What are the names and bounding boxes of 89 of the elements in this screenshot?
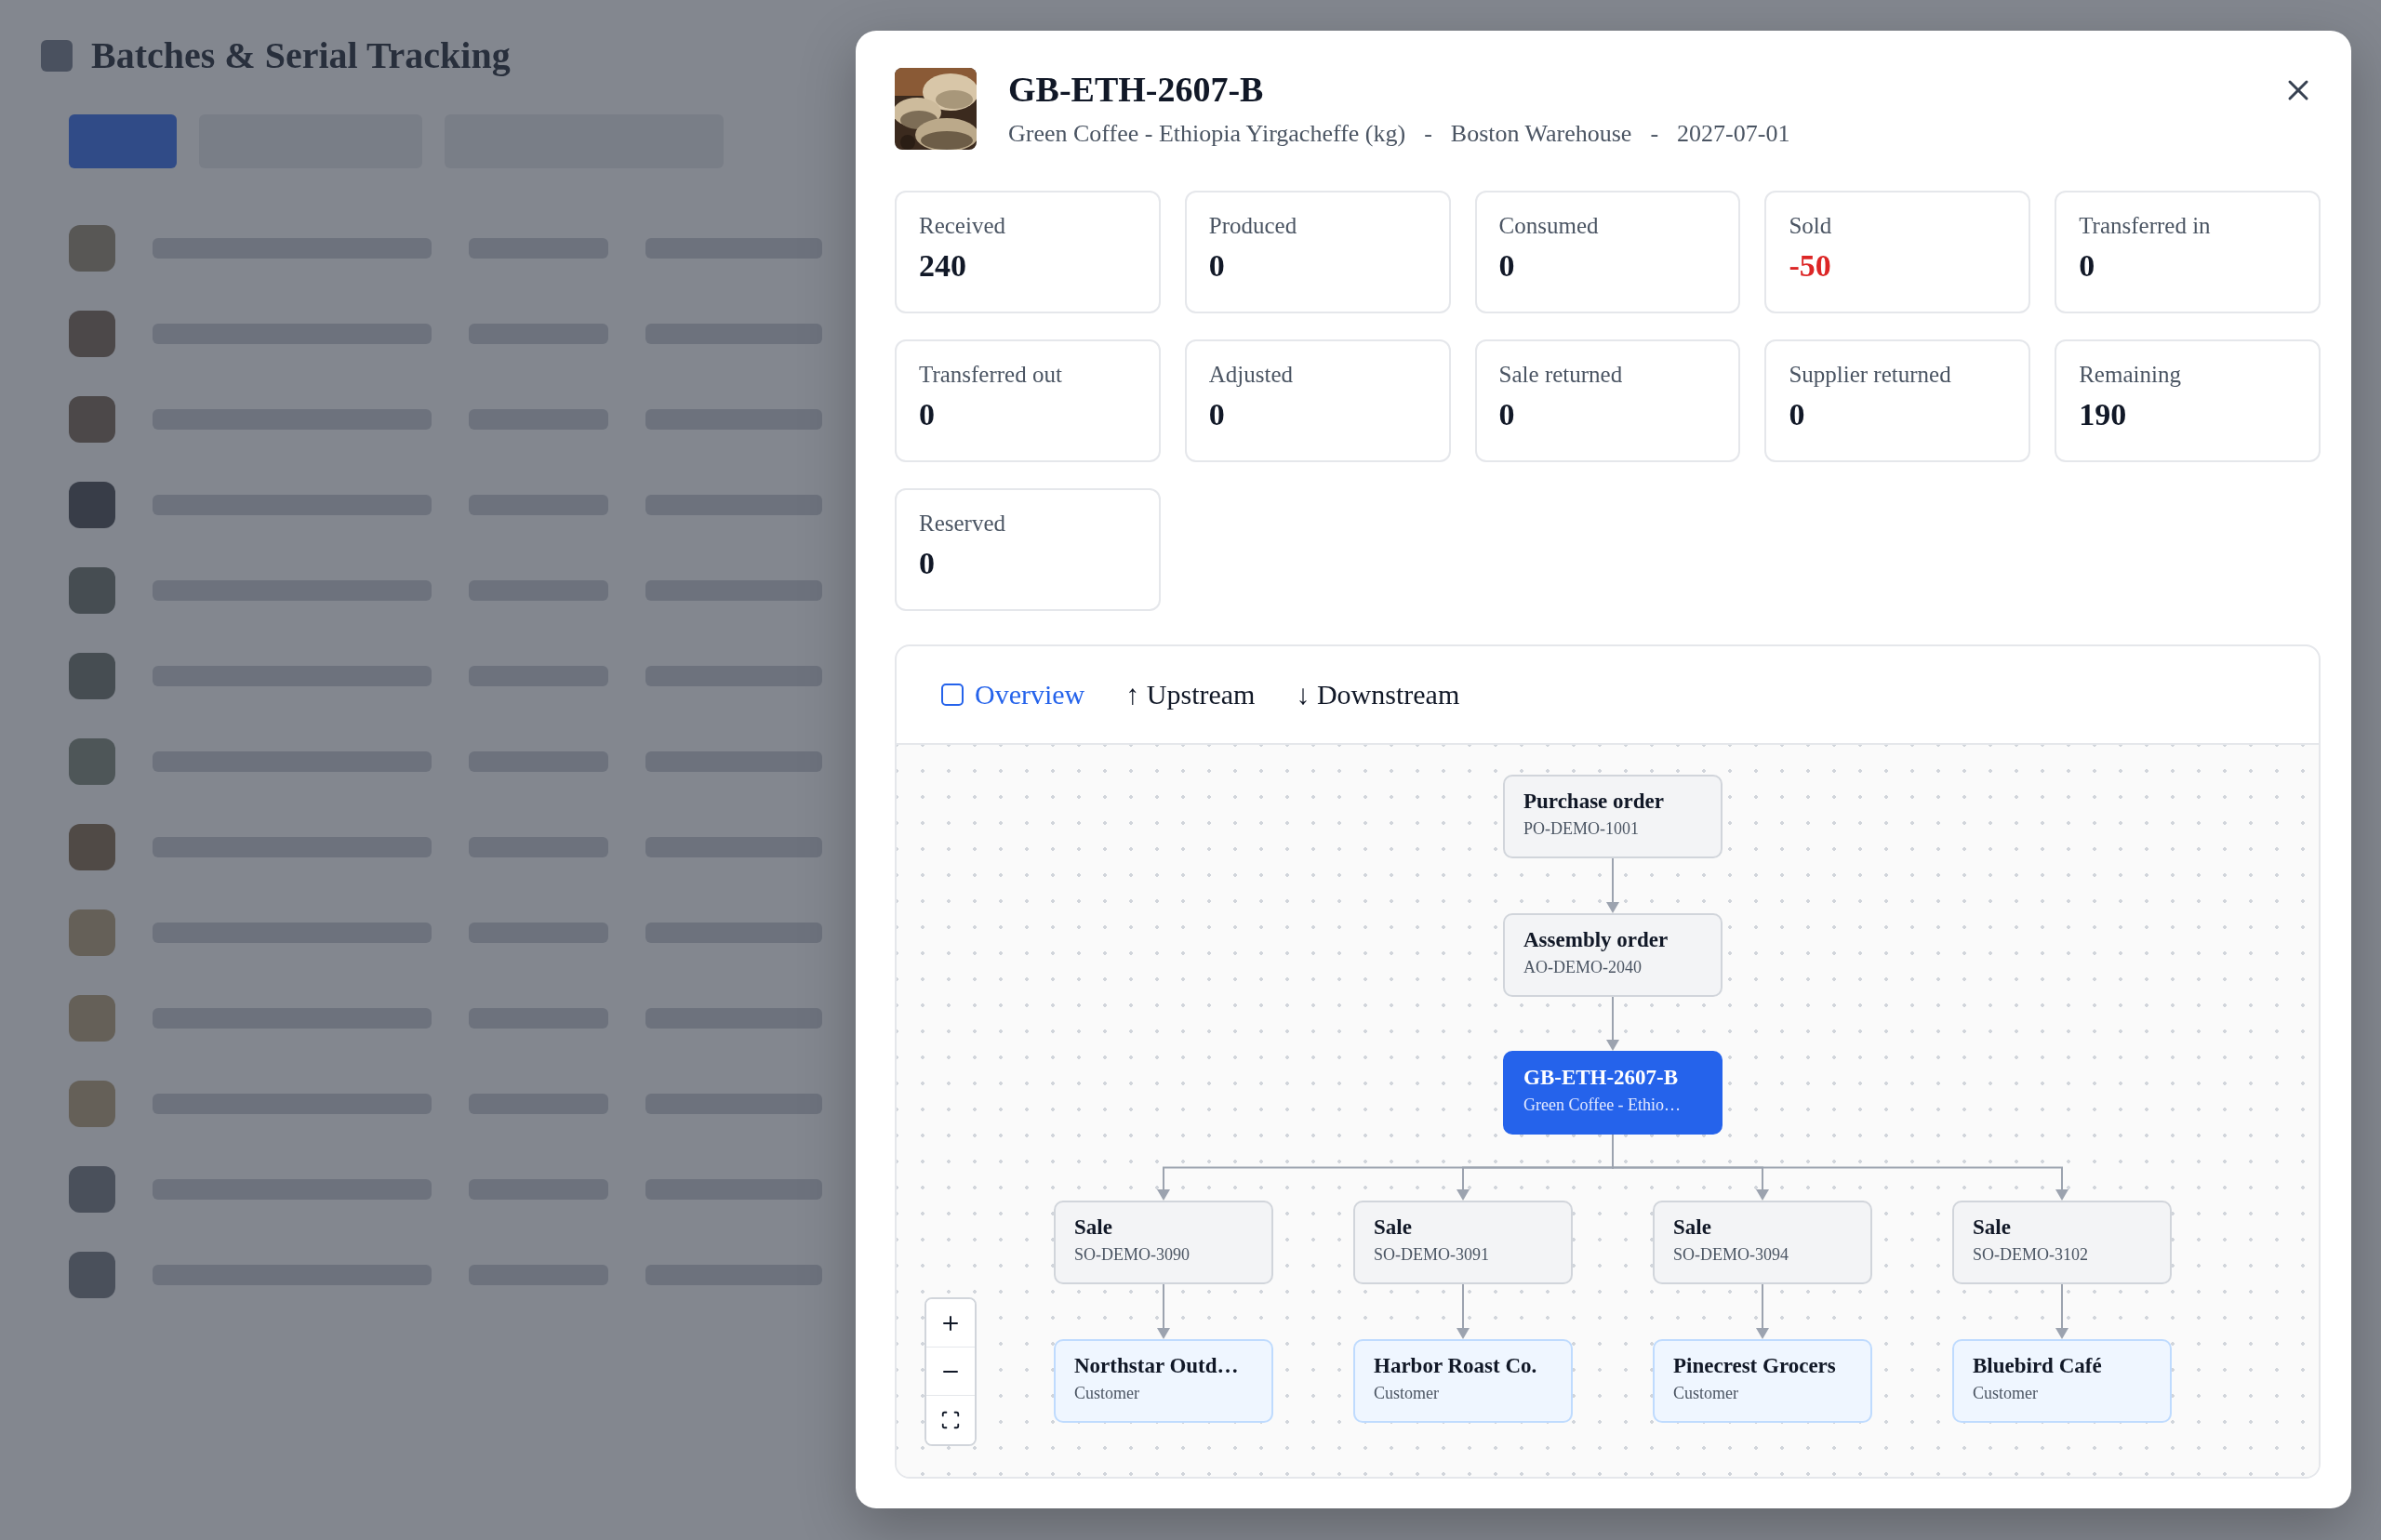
connector-arrow xyxy=(1457,1283,1470,1339)
node-title: Sale xyxy=(1074,1215,1113,1240)
trace-node[interactable]: Bluebird Café Customer xyxy=(1952,1339,2172,1423)
stat-value: -50 xyxy=(1789,248,1832,284)
batch-meta: Green Coffee - Ethiopia Yirgacheffe (kg) xyxy=(1008,119,1406,148)
connector-arrow xyxy=(1756,1283,1769,1339)
fit-view-icon xyxy=(940,1410,961,1430)
stat-label: Transferred out xyxy=(919,362,1063,388)
product-thumbnail xyxy=(69,567,115,614)
stat-value: 0 xyxy=(1498,397,1516,432)
connector-arrow xyxy=(2055,1283,2068,1339)
product-thumbnail xyxy=(69,738,115,785)
trace-tab[interactable]: ↓ Downstream xyxy=(1296,679,1460,710)
connector-arrow xyxy=(1606,996,1619,1051)
node-title: Sale xyxy=(1673,1215,1712,1240)
batch-meta: Boston Warehouse xyxy=(1450,119,1632,148)
stat-label: Reserved xyxy=(919,511,1007,537)
product-thumbnail xyxy=(69,653,115,699)
separator: - xyxy=(1424,119,1432,148)
node-title: Northstar Outd… xyxy=(1074,1354,1240,1378)
node-subtitle: SO-DEMO-3102 xyxy=(1973,1245,2089,1265)
stat-value: 0 xyxy=(1789,397,1806,432)
batch-meta: 2027-07-01 xyxy=(1677,119,1790,148)
product-thumbnail xyxy=(69,1166,115,1213)
stat-value: 0 xyxy=(1208,248,1226,284)
stat-label: Received xyxy=(919,213,1006,239)
stat-value: 0 xyxy=(919,397,936,432)
product-thumbnail xyxy=(69,995,115,1042)
product-thumbnail xyxy=(69,225,115,272)
page-icon xyxy=(41,39,73,72)
product-thumbnail xyxy=(69,311,115,357)
connector-arrow xyxy=(1157,1283,1170,1339)
product-thumbnail xyxy=(69,909,115,956)
batch-title: GB-ETH-2607-B xyxy=(1008,70,1265,111)
node-title: Purchase order xyxy=(1523,790,1665,814)
square-icon xyxy=(941,684,964,706)
node-subtitle: PO-DEMO-1001 xyxy=(1523,819,1640,839)
connector-arrow xyxy=(1606,857,1619,913)
node-title: Pinecrest Grocers xyxy=(1673,1354,1837,1378)
stat-label: Sale returned xyxy=(1498,362,1624,388)
product-thumbnail xyxy=(69,1252,115,1298)
minus-icon xyxy=(943,1370,958,1373)
node-subtitle: SO-DEMO-3091 xyxy=(1374,1245,1490,1265)
trace-node[interactable]: Sale SO-DEMO-3102 xyxy=(1952,1201,2172,1284)
stat-label: Supplier returned xyxy=(1789,362,1952,388)
node-title: Assembly order xyxy=(1523,928,1669,952)
stat-label: Remaining xyxy=(2079,362,2182,388)
stat-label: Transferred in xyxy=(2079,213,2212,239)
trace-node[interactable]: Sale SO-DEMO-3091 xyxy=(1353,1201,1573,1284)
stat-label: Produced xyxy=(1208,213,1298,239)
separator: - xyxy=(1650,119,1659,148)
trace-node[interactable]: Pinecrest Grocers Customer xyxy=(1653,1339,1872,1423)
node-subtitle: SO-DEMO-3094 xyxy=(1673,1245,1789,1265)
trace-tab[interactable]: ↑ Upstream xyxy=(1125,679,1256,710)
product-thumbnail xyxy=(69,1081,115,1127)
node-title: Sale xyxy=(1973,1215,2012,1240)
trace-node[interactable]: Harbor Roast Co. Customer xyxy=(1353,1339,1573,1423)
stat-label: Sold xyxy=(1789,213,1833,239)
stat-label: Consumed xyxy=(1498,213,1600,239)
node-title: Sale xyxy=(1374,1215,1413,1240)
stat-label: Adjusted xyxy=(1208,362,1295,388)
product-thumbnail xyxy=(69,396,115,443)
page-title: Batches & Serial Tracking xyxy=(91,33,511,77)
trace-node[interactable]: Sale SO-DEMO-3094 xyxy=(1653,1201,1872,1284)
node-title: Bluebird Café xyxy=(1973,1354,2103,1378)
stat-value: 0 xyxy=(919,546,936,581)
stat-value: 0 xyxy=(1208,397,1226,432)
node-subtitle: Customer xyxy=(1074,1384,1140,1403)
trace-node[interactable]: Assembly order AO-DEMO-2040 xyxy=(1503,913,1723,997)
node-subtitle: SO-DEMO-3090 xyxy=(1074,1245,1190,1265)
stat-value: 190 xyxy=(2079,397,2128,432)
trace-node[interactable]: Northstar Outd… Customer xyxy=(1054,1339,1273,1423)
node-title: GB-ETH-2607-B xyxy=(1523,1066,1680,1090)
stat-value: 240 xyxy=(919,248,967,284)
node-subtitle: Customer xyxy=(1973,1384,2039,1403)
trace-tab[interactable]: Overview xyxy=(941,679,1085,710)
node-subtitle: Green Coffee - Ethio… xyxy=(1523,1095,1683,1115)
trace-node[interactable]: Sale SO-DEMO-3090 xyxy=(1054,1201,1273,1284)
node-title: Harbor Roast Co. xyxy=(1374,1354,1538,1378)
zoom-in-button[interactable] xyxy=(926,1299,975,1348)
stat-value: 0 xyxy=(1498,248,1516,284)
node-subtitle: Customer xyxy=(1673,1384,1739,1403)
node-subtitle: Customer xyxy=(1374,1384,1440,1403)
product-thumbnail xyxy=(69,824,115,870)
product-thumbnail xyxy=(69,482,115,528)
trace-node[interactable]: Purchase order PO-DEMO-1001 xyxy=(1503,775,1723,858)
node-subtitle: AO-DEMO-2040 xyxy=(1523,958,1643,977)
trace-node[interactable]: GB-ETH-2607-B Green Coffee - Ethio… xyxy=(1503,1051,1723,1135)
stat-value: 0 xyxy=(2079,248,2096,284)
